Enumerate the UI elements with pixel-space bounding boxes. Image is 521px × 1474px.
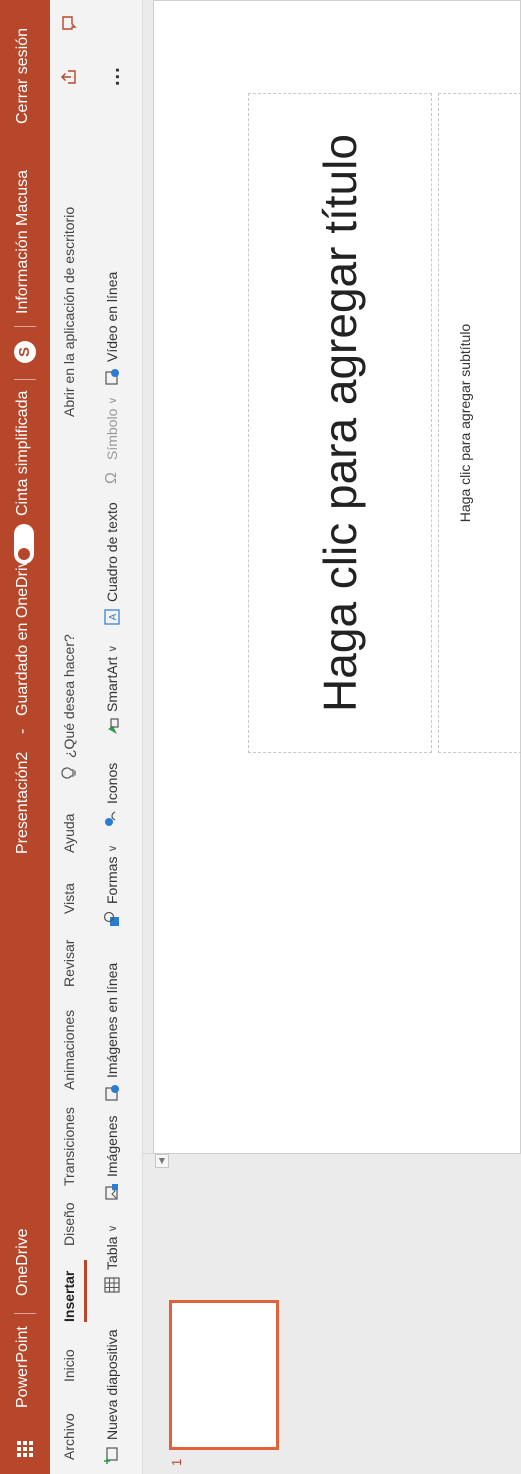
tab-revisar[interactable]: Revisar bbox=[61, 940, 77, 987]
app-name[interactable]: PowerPoint bbox=[14, 1326, 32, 1408]
shapes-icon bbox=[103, 911, 119, 926]
tell-me-search[interactable]: ¿Qué desea hacer? bbox=[61, 634, 77, 780]
tab-diseno[interactable]: Diseño bbox=[61, 1202, 77, 1246]
symbol-chevron-icon: ∨ bbox=[106, 396, 119, 405]
smartart-icon bbox=[108, 718, 119, 734]
icons-icon bbox=[105, 811, 116, 826]
shapes-label: Formas bbox=[104, 856, 120, 904]
icons-button[interactable]: Iconos bbox=[98, 763, 126, 828]
images-button[interactable]: Imágenes bbox=[98, 1116, 126, 1201]
tab-transiciones[interactable]: Transiciones bbox=[61, 1107, 77, 1186]
subtitle-placeholder[interactable]: Haga clic para agregar subtítulo bbox=[438, 93, 521, 753]
textbox-icon: A bbox=[104, 609, 120, 625]
tell-me-label: ¿Qué desea hacer? bbox=[61, 634, 77, 758]
table-icon bbox=[104, 1277, 120, 1293]
symbol-label: Símbolo bbox=[104, 408, 120, 460]
more-icon[interactable]: ... bbox=[102, 66, 125, 86]
table-label: Tabla bbox=[104, 1236, 120, 1270]
svg-text:A: A bbox=[108, 613, 119, 620]
tab-vista[interactable]: Vista bbox=[61, 883, 77, 914]
online-images-button[interactable]: Imágenes en línea bbox=[98, 963, 126, 1102]
app-launcher-icon[interactable] bbox=[0, 1424, 50, 1474]
smartart-label: SmartArt bbox=[104, 656, 120, 712]
tab-insertar[interactable]: Insertar bbox=[61, 1271, 77, 1322]
video-icon bbox=[105, 369, 119, 385]
pictures-icon bbox=[105, 1184, 118, 1200]
comments-icon[interactable] bbox=[60, 14, 78, 32]
onedrive-link[interactable]: OneDrive bbox=[14, 1228, 32, 1296]
skype-icon[interactable]: S bbox=[14, 341, 36, 363]
online-pictures-icon bbox=[105, 1085, 119, 1101]
symbol-icon: Ω bbox=[103, 472, 120, 484]
active-tab-indicator bbox=[84, 1260, 87, 1322]
title-divider-2 bbox=[14, 379, 36, 380]
lightbulb-icon bbox=[61, 767, 76, 779]
tab-inicio[interactable]: Inicio bbox=[61, 1349, 77, 1382]
workspace: 1 ◀ Haga clic para agregar título Haga c… bbox=[143, 0, 521, 1474]
table-chevron-icon: ∨ bbox=[106, 1224, 119, 1233]
online-video-label: Vídeo en línea bbox=[104, 271, 120, 362]
shapes-button[interactable]: Formas ∨ bbox=[98, 844, 126, 928]
powerpoint-window: PowerPoint OneDrive Presentación2 - Guar… bbox=[0, 0, 521, 1474]
online-images-label: Imágenes en línea bbox=[104, 962, 120, 1078]
slide-canvas[interactable]: Haga clic para agregar título Haga clic … bbox=[153, 0, 521, 1154]
simplified-ribbon-toggle[interactable] bbox=[14, 524, 34, 564]
title-separator: - bbox=[14, 728, 31, 734]
tab-animaciones[interactable]: Animaciones bbox=[61, 1010, 77, 1090]
title-bar: PowerPoint OneDrive Presentación2 - Guar… bbox=[0, 0, 50, 1474]
simplified-ribbon-label: Cinta simplificada bbox=[14, 390, 31, 516]
slide-thumbnail[interactable] bbox=[169, 1300, 279, 1450]
table-button[interactable]: Tabla ∨ bbox=[98, 1224, 126, 1294]
save-status: Guardado en OneDrive bbox=[14, 550, 31, 716]
title-placeholder[interactable]: Haga clic para agregar título bbox=[248, 93, 432, 753]
title-divider bbox=[14, 1313, 36, 1314]
tab-archivo[interactable]: Archivo bbox=[61, 1413, 77, 1460]
sign-out-link[interactable]: Cerrar sesión bbox=[14, 28, 32, 124]
shapes-chevron-icon: ∨ bbox=[106, 844, 119, 853]
images-label: Imágenes bbox=[104, 1115, 120, 1177]
new-slide-button[interactable]: Nueva diapositiva bbox=[98, 1329, 126, 1464]
new-slide-icon bbox=[104, 1447, 118, 1464]
ribbon: Archivo Inicio Insertar Diseño Transicio… bbox=[50, 0, 143, 1474]
tab-ayuda[interactable]: Ayuda bbox=[61, 814, 77, 853]
textbox-label: Cuadro de texto bbox=[104, 502, 120, 602]
slide-thumbnail-panel: 1 ◀ bbox=[143, 1153, 521, 1474]
panel-scroll-arrow-icon[interactable]: ◀ bbox=[155, 1154, 169, 1168]
textbox-button[interactable]: A Cuadro de texto bbox=[98, 502, 126, 626]
user-info[interactable]: Información Macusa bbox=[14, 170, 32, 314]
document-title[interactable]: Presentación2 bbox=[14, 752, 32, 854]
smartart-button[interactable]: SmartArt ∨ bbox=[98, 645, 126, 736]
online-video-button[interactable]: Vídeo en línea bbox=[98, 272, 126, 386]
open-desktop-app[interactable]: Abrir en la aplicación de escritorio bbox=[61, 207, 77, 417]
title-divider-3 bbox=[14, 326, 36, 327]
icons-label: Iconos bbox=[104, 762, 120, 804]
symbol-button[interactable]: Ω Símbolo ∨ bbox=[98, 397, 126, 484]
thumbnail-number: 1 bbox=[169, 1458, 184, 1466]
share-icon[interactable] bbox=[60, 68, 78, 86]
new-slide-label: Nueva diapositiva bbox=[104, 1329, 120, 1440]
smartart-chevron-icon: ∨ bbox=[106, 644, 119, 653]
